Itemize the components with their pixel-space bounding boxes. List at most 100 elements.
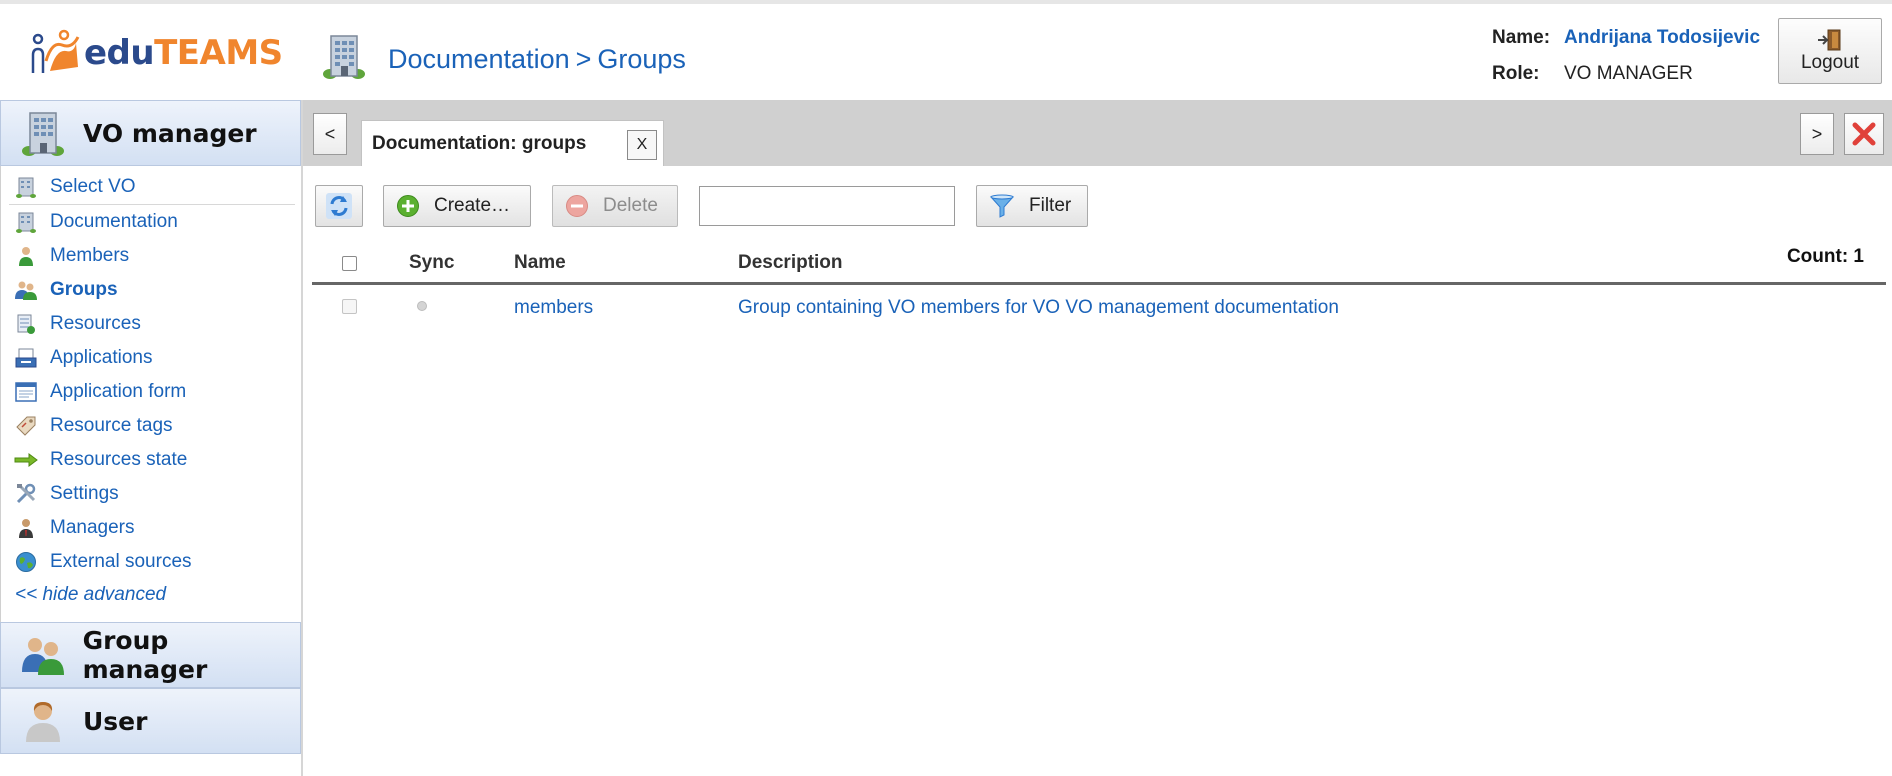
sidebar-item-label: Select VO: [50, 176, 136, 197]
sidebar: VO manager Select VO Documentation Membe…: [0, 100, 303, 776]
resources-icon: [14, 312, 38, 336]
sidebar-item-members[interactable]: Members: [1, 239, 301, 273]
vo-manager-menu: Select VO Documentation Members Groups R…: [0, 166, 301, 622]
sidebar-item-label: Resources state: [50, 449, 188, 470]
sidebar-item-label: Members: [50, 245, 130, 266]
building-icon: [14, 175, 38, 199]
sidebar-item-label: Documentation: [50, 211, 178, 232]
next-tab-label: >: [1811, 123, 1823, 144]
building-icon: [17, 109, 69, 157]
delete-label: Delete: [603, 195, 658, 216]
eduteams-logo[interactable]: eduTEAMS: [30, 20, 283, 86]
add-icon: [396, 194, 420, 218]
role-value: VO MANAGER: [1564, 63, 1693, 84]
group-name-link[interactable]: members: [514, 297, 593, 319]
logout-label: Logout: [1800, 52, 1860, 73]
building-icon: [322, 32, 366, 86]
header: eduTEAMS Documentation > Groups Name: Andri…: [0, 4, 1892, 100]
tab-bar: < Documentation: groups X >: [303, 100, 1892, 166]
sync-status-icon: [417, 301, 427, 311]
logo-text: eduTEAMS: [84, 33, 283, 73]
sidebar-item-managers[interactable]: Managers: [1, 511, 301, 545]
hide-advanced-link[interactable]: << hide advanced: [1, 579, 301, 611]
column-header-sync[interactable]: Sync: [409, 252, 454, 274]
tag-icon: [14, 414, 38, 438]
breadcrumb-documentation[interactable]: Documentation: [388, 44, 570, 74]
sidebar-item-resource-tags[interactable]: Resource tags: [1, 409, 301, 443]
refresh-icon: [326, 193, 352, 219]
manager-icon: [14, 516, 38, 540]
row-checkbox[interactable]: [342, 299, 357, 314]
group-icon: [14, 278, 38, 302]
logo-text-edu: edu: [84, 33, 155, 73]
logout-door-icon: [1818, 29, 1841, 51]
filter-button[interactable]: Filter: [976, 185, 1088, 227]
prev-tab-button[interactable]: <: [313, 113, 347, 155]
sidebar-item-label: Application form: [50, 381, 187, 402]
globe-icon: [14, 550, 38, 574]
table-header: Sync Name Description Count: 1: [312, 244, 1886, 285]
sidebar-item-select-vo[interactable]: Select VO: [9, 170, 295, 205]
group-manager-title: Group manager: [82, 626, 208, 684]
column-header-description[interactable]: Description: [738, 252, 843, 274]
tab-label: Documentation: groups: [372, 132, 587, 154]
tab-close-button[interactable]: X: [627, 130, 657, 160]
vo-manager-header[interactable]: VO manager: [0, 100, 301, 166]
sidebar-item-groups[interactable]: Groups: [1, 273, 301, 307]
building-icon: [14, 210, 38, 234]
user-info: Name: Andrijana Todosijevic Role: VO MANAG…: [1492, 20, 1760, 92]
sidebar-item-label: Settings: [50, 483, 119, 504]
remove-icon: [565, 194, 589, 218]
sidebar-item-external-sources[interactable]: External sources: [1, 545, 301, 579]
sidebar-item-label: Managers: [50, 517, 135, 538]
breadcrumb-groups[interactable]: Groups: [597, 44, 686, 74]
groups-table: Sync Name Description Count: 1 members G…: [312, 244, 1886, 331]
select-all-checkbox[interactable]: [342, 256, 357, 271]
sidebar-item-applications[interactable]: Applications: [1, 341, 301, 375]
role-label: Role:: [1492, 63, 1540, 84]
user-icon: [17, 699, 69, 743]
row-count: Count: 1: [1786, 246, 1864, 267]
applications-icon: [14, 346, 38, 370]
sidebar-item-label: Applications: [50, 347, 153, 368]
delete-button[interactable]: Delete: [552, 185, 678, 227]
sidebar-item-resources[interactable]: Resources: [1, 307, 301, 341]
prev-tab-label: <: [324, 123, 336, 144]
tools-icon: [14, 482, 38, 506]
close-all-tabs-button[interactable]: [1844, 113, 1884, 155]
sidebar-item-label: Resource tags: [50, 415, 173, 436]
user-name-link[interactable]: Andrijana Todosijevic: [1564, 27, 1760, 49]
column-header-name[interactable]: Name: [514, 252, 566, 274]
user-header[interactable]: User: [0, 688, 301, 754]
create-label: Create…: [434, 195, 511, 216]
sidebar-item-documentation[interactable]: Documentation: [1, 205, 301, 239]
breadcrumb: Documentation > Groups: [388, 44, 686, 75]
tab-documentation-groups[interactable]: Documentation: groups X: [361, 120, 664, 166]
user-title: User: [83, 706, 148, 736]
logo-text-teams: TEAMS: [154, 33, 283, 73]
name-label: Name:: [1492, 27, 1551, 48]
sidebar-item-settings[interactable]: Settings: [1, 477, 301, 511]
sidebar-item-resources-state[interactable]: Resources state: [1, 443, 301, 477]
sidebar-item-label: Resources: [50, 313, 141, 334]
next-tab-button[interactable]: >: [1800, 113, 1834, 155]
arrow-right-icon: [14, 448, 38, 472]
filter-label: Filter: [1029, 195, 1072, 216]
filter-input[interactable]: [699, 186, 955, 226]
group-description-link[interactable]: Group containing VO members for VO VO ma…: [738, 297, 1339, 319]
sidebar-item-application-form[interactable]: Application form: [1, 375, 301, 409]
funnel-icon: [989, 194, 1015, 218]
close-red-icon: [1852, 122, 1876, 146]
people-logo-icon: [31, 29, 80, 73]
sidebar-item-label: Groups: [50, 279, 118, 300]
group-manager-header[interactable]: Group manager: [0, 622, 301, 688]
sidebar-item-label: External sources: [50, 551, 192, 572]
table-row[interactable]: members Group containing VO members for …: [312, 285, 1886, 331]
vo-manager-title: VO manager: [83, 118, 257, 148]
breadcrumb-separator: >: [575, 44, 592, 74]
member-icon: [14, 244, 38, 268]
group-icon: [17, 634, 69, 676]
refresh-button[interactable]: [315, 185, 363, 227]
logout-button[interactable]: Logout: [1778, 18, 1882, 84]
create-button[interactable]: Create…: [383, 185, 531, 227]
